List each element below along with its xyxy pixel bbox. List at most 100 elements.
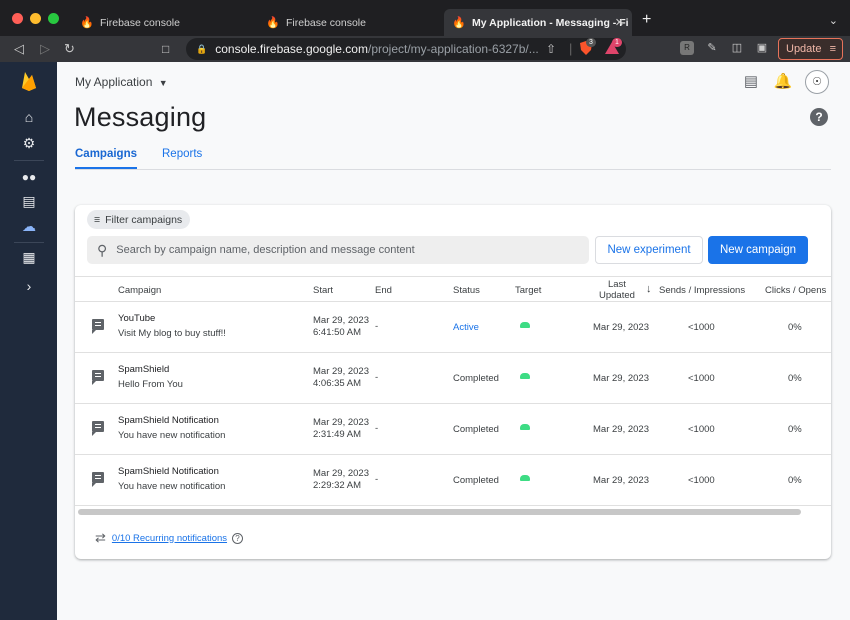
campaign-search-input[interactable]: ⚲ Search by campaign name, description a… [87, 236, 589, 264]
all-products-grid-icon[interactable]: ▦ [18, 246, 40, 268]
column-end[interactable]: End [375, 285, 392, 296]
minimize-window-button[interactable] [30, 13, 41, 24]
browser-tab-1[interactable]: 🔥 Firebase console [72, 9, 252, 36]
expand-rail-chevron-icon[interactable]: › [18, 275, 40, 297]
share-icon[interactable]: ⇧ [546, 41, 556, 57]
close-window-button[interactable] [12, 13, 23, 24]
sends-impressions: <1000 [688, 322, 715, 333]
campaign-name: YouTube [118, 313, 156, 324]
table-row[interactable]: SpamShield Notification You have new not… [75, 404, 831, 455]
tab-title: My Application - Messaging - Fi [472, 16, 629, 29]
page-header: My Application ▼ Messaging ▤ 🔔 ☉ ? Campa… [57, 62, 850, 172]
android-icon [520, 473, 530, 481]
page-title: Messaging [74, 102, 207, 132]
filter-campaigns-chip[interactable]: ≡ Filter campaigns [87, 210, 191, 229]
window-controls [12, 13, 59, 24]
zoom-window-button[interactable] [48, 13, 59, 24]
column-last-updated[interactable]: Last Updated [599, 279, 635, 301]
rail-divider [14, 242, 44, 243]
tab-campaigns[interactable]: Campaigns [75, 148, 137, 169]
clicks-opens: 0% [788, 322, 802, 333]
horizontal-scrollbar[interactable] [78, 509, 801, 515]
tab-reports[interactable]: Reports [162, 148, 202, 169]
rail-divider [14, 160, 44, 161]
shield-count-badge: 3 [586, 38, 596, 47]
column-campaign[interactable]: Campaign [118, 285, 161, 296]
campaign-name: SpamShield Notification [118, 466, 219, 477]
tab-search-chevron-icon[interactable]: ⌄ [829, 14, 838, 27]
sort-descending-arrow-icon[interactable]: ↓ [646, 283, 652, 295]
new-tab-button[interactable]: + [642, 12, 651, 28]
campaign-end: - [375, 423, 379, 434]
lock-icon: 🔒 [196, 43, 208, 54]
extension-icon[interactable]: R [680, 41, 694, 55]
firebase-flame-icon: 🔥 [452, 17, 466, 29]
last-updated: Mar 29, 2023 [593, 373, 649, 384]
brave-shields-icon[interactable]: 3 [578, 38, 596, 56]
column-clicks-opens[interactable]: Clicks / Opens [765, 285, 826, 296]
column-target[interactable]: Target [515, 285, 541, 296]
back-icon[interactable]: ◁ [14, 41, 24, 57]
table-row[interactable]: YouTube Visit My blog to buy stuff!! Mar… [75, 302, 831, 353]
start-time: 4:06:35 AM [313, 378, 362, 389]
release-notes-icon[interactable]: ▤ [741, 72, 761, 92]
help-circle-icon[interactable]: ? [232, 532, 244, 544]
tab-title: Firebase console [286, 16, 366, 29]
firebase-flame-icon: 🔥 [266, 17, 280, 29]
table-row[interactable]: SpamShield Hello From You Mar 29, 2023 4:… [75, 353, 831, 404]
update-label: Update [786, 43, 822, 55]
menu-hamburger-icon: ≡ [829, 43, 836, 55]
browser-tab-3[interactable]: 🔥 My Application - Messaging - Fi ✕ [444, 9, 632, 36]
campaign-end: - [375, 474, 379, 485]
start-date: Mar 29, 2023 [313, 417, 369, 428]
campaign-description: Visit My blog to buy stuff!! [118, 328, 226, 339]
firebase-nav-rail: ⌂ ⚙ ●● ▤ ☁ ▦ › [0, 62, 57, 620]
message-icon [92, 319, 104, 334]
new-campaign-button[interactable]: New campaign [708, 236, 808, 264]
address-bar[interactable]: 🔒 console.firebase.google.com/project/my… [186, 38, 626, 60]
project-name: My Application [75, 75, 153, 89]
table-row[interactable]: SpamShield Notification You have new not… [75, 455, 831, 506]
recurring-notifications-link[interactable]: 0/10 Recurring notifications [112, 533, 227, 544]
message-icon [92, 472, 104, 487]
help-icon[interactable]: ? [810, 108, 828, 126]
project-selector[interactable]: My Application ▼ [75, 75, 168, 89]
home-icon[interactable]: ⌂ [18, 106, 40, 128]
puzzle-extensions-icon[interactable]: ✎ [705, 41, 719, 55]
clicks-opens: 0% [788, 424, 802, 435]
column-start[interactable]: Start [313, 285, 333, 296]
messaging-tabs: Campaigns Reports [75, 148, 202, 169]
column-sends-impressions[interactable]: Sends / Impressions [659, 285, 745, 296]
start-date: Mar 29, 2023 [313, 315, 369, 326]
firebase-logo-icon[interactable] [18, 70, 40, 92]
tabs-divider [75, 169, 831, 170]
users-icon[interactable]: ●● [18, 166, 40, 188]
close-tab-icon[interactable]: ✕ [615, 16, 624, 29]
firebase-flame-icon: 🔥 [80, 17, 94, 29]
campaign-name: SpamShield [118, 364, 170, 375]
browser-tab-2[interactable]: 🔥 Firebase console [258, 9, 438, 36]
campaigns-card: ≡ Filter campaigns ⚲ Search by campaign … [75, 205, 831, 559]
campaign-name: SpamShield Notification [118, 415, 219, 426]
cloud-sync-icon[interactable]: ☁ [18, 215, 40, 237]
sends-impressions: <1000 [688, 475, 715, 486]
browser-toolbar: ◁ ▷ ↻ □ 🔒 console.firebase.google.com/pr… [0, 36, 850, 62]
new-experiment-button[interactable]: New experiment [595, 236, 703, 264]
reload-icon[interactable]: ↻ [64, 41, 75, 57]
tab-title: Firebase console [100, 16, 180, 29]
brave-rewards-icon[interactable]: 1 [604, 38, 622, 56]
account-avatar[interactable]: ☉ [805, 70, 829, 94]
forward-icon[interactable]: ▷ [40, 41, 50, 57]
sidebar-toggle-icon[interactable]: ◫ [730, 41, 744, 55]
settings-gear-icon[interactable]: ⚙ [18, 132, 40, 154]
notifications-bell-icon[interactable]: 🔔 [773, 72, 793, 92]
wallet-icon[interactable]: ▣ [755, 41, 769, 55]
campaign-end: - [375, 321, 379, 332]
database-icon[interactable]: ▤ [18, 190, 40, 212]
campaign-status: Active [453, 322, 479, 333]
column-status[interactable]: Status [453, 285, 480, 296]
browser-tab-bar: 🔥 Firebase console 🔥 Firebase console 🔥 … [0, 0, 850, 36]
bookmark-icon[interactable]: □ [162, 41, 169, 57]
browser-update-button[interactable]: Update ≡ [778, 38, 843, 60]
url-path: /project/my-application-6327b/... [367, 42, 539, 56]
